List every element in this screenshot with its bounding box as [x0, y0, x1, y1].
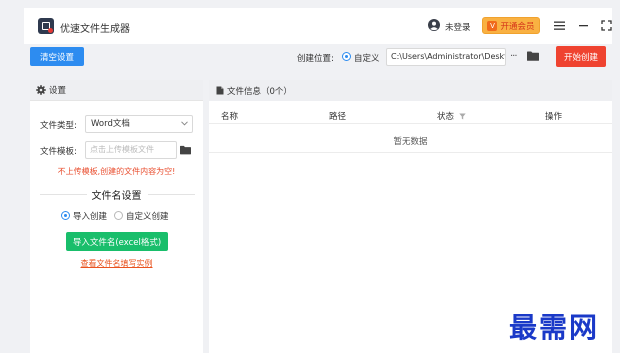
start-create-button[interactable]: 开始创建 [556, 46, 606, 67]
output-path-input[interactable]: C:\Users\Administrator\Deskto [386, 48, 506, 66]
toolbar: 清空设置 创建位置: 自定义 C:\Users\Administrator\De… [24, 44, 612, 72]
template-folder-icon[interactable] [180, 145, 191, 155]
divider [209, 152, 612, 153]
app-logo-icon [38, 18, 54, 34]
location-label: 创建位置: [297, 54, 334, 64]
minimize-icon[interactable] [578, 20, 589, 31]
user-icon[interactable] [428, 19, 440, 31]
title-bar: 优速文件生成器 未登录 V 开通会员 [24, 8, 612, 44]
app-title: 优速文件生成器 [60, 24, 130, 35]
filename-example-link[interactable]: 查看文件名填写实例 [30, 258, 203, 269]
file-type-value: Word文档 [91, 119, 130, 129]
vip-button[interactable]: V 开通会员 [482, 17, 540, 34]
import-create-label[interactable]: 导入创建 [73, 210, 107, 222]
column-actions: 操作 [545, 112, 563, 122]
maximize-icon[interactable] [601, 20, 612, 31]
custom-create-radio[interactable] [114, 211, 123, 220]
watermark-logo: 最需网 [509, 311, 600, 344]
column-status-label: 状态 [437, 112, 455, 122]
folder-icon[interactable] [527, 51, 539, 61]
clear-settings-button[interactable]: 清空设置 [30, 47, 84, 66]
settings-panel: 设置 文件类型: Word文档 文件模板: 点击上传模板文件 不上传模板,创建的… [30, 80, 203, 353]
table-header: 名称 路径 状态 操作 [209, 106, 612, 124]
column-status[interactable]: 状态 [437, 110, 466, 122]
more-icon[interactable]: ··· [510, 51, 517, 62]
settings-header: 设置 [30, 80, 203, 101]
custom-create-label[interactable]: 自定义创建 [126, 210, 169, 222]
divider [148, 194, 195, 195]
file-template-label: 文件模板: [40, 147, 77, 157]
column-name: 名称 [221, 112, 239, 122]
chevron-down-icon [181, 121, 188, 126]
vip-button-label: 开通会员 [500, 21, 535, 32]
file-icon [216, 86, 224, 95]
vip-badge-icon: V [487, 20, 498, 31]
import-filenames-button[interactable]: 导入文件名(excel格式) [66, 232, 168, 251]
settings-title: 设置 [49, 86, 67, 96]
column-path: 路径 [329, 112, 347, 122]
filter-icon[interactable] [459, 113, 466, 120]
template-warning: 不上传模板,创建的文件内容为空! [57, 167, 176, 176]
menu-icon[interactable] [554, 20, 565, 31]
file-info-header: 文件信息（0个） [209, 80, 612, 101]
gear-icon [36, 85, 46, 95]
template-upload-input[interactable]: 点击上传模板文件 [85, 141, 177, 159]
file-type-label: 文件类型: [40, 121, 77, 131]
custom-location-radio[interactable] [342, 52, 351, 61]
import-create-radio[interactable] [61, 211, 70, 220]
custom-location-label[interactable]: 自定义 [354, 52, 380, 64]
file-info-title: 文件信息（0个） [227, 86, 292, 97]
empty-state: 暂无数据 [393, 137, 428, 147]
file-type-select[interactable]: Word文档 [85, 115, 193, 133]
login-status[interactable]: 未登录 [445, 21, 471, 33]
